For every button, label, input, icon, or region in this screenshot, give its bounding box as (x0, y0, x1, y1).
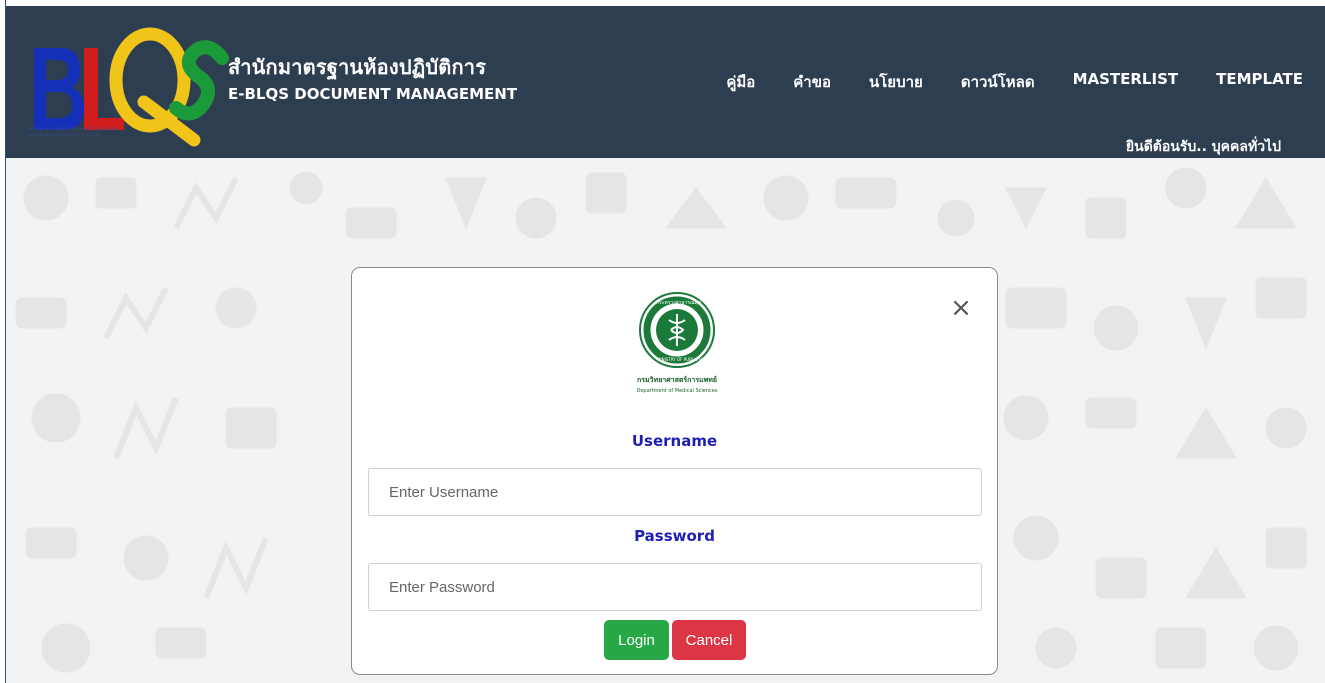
nav-masterlist[interactable]: MASTERLIST (1073, 70, 1179, 94)
blqs-logo[interactable]: BUREAU OF LABORATORY QUALITY STANDARDS D… (26, 18, 236, 148)
nav-request[interactable]: คำขอ (793, 70, 831, 94)
site-header: BUREAU OF LABORATORY QUALITY STANDARDS D… (6, 6, 1325, 158)
cancel-button[interactable]: Cancel (672, 620, 746, 660)
ministry-emblem: กระทรวงสาธารณสุข MINISTRY OF PUBLIC HEAL… (617, 290, 737, 402)
nav-template[interactable]: TEMPLATE (1216, 70, 1303, 94)
username-input[interactable] (368, 468, 982, 516)
login-modal: × กระทรวงสาธารณสุข MINISTRY OF PUBLIC HE… (351, 267, 998, 675)
logo-small-line1: BUREAU OF LABORATORY QUALITY STANDARDS (28, 127, 120, 131)
close-icon[interactable]: × (949, 295, 973, 321)
password-label: Password (634, 527, 715, 545)
emblem-text-bottom: MINISTRY OF PUBLIC HEALTH (657, 357, 715, 362)
logo-small-line2: DEPARTMENT OF MEDICAL SCIENCES (28, 133, 101, 137)
emblem-text-top: กระทรวงสาธารณสุข (656, 300, 701, 306)
emblem-caption-th: กรมวิทยาศาสตร์การแพทย์ (637, 375, 717, 384)
emblem-caption-en: Department of Medical Sciences (637, 388, 718, 394)
welcome-message: ยินดีต้อนรับ.. บุคคลทั่วไป (1125, 139, 1281, 155)
nav-download[interactable]: ดาวน์โหลด (961, 70, 1035, 94)
login-button[interactable]: Login (604, 620, 669, 660)
username-label: Username (631, 432, 718, 450)
password-input[interactable] (368, 563, 982, 611)
nav-manual[interactable]: คู่มือ (726, 70, 755, 94)
main-nav: คู่มือ คำขอ นโยบาย ดาวน์โหลด MASTERLIST … (688, 70, 1303, 94)
nav-policy[interactable]: นโยบาย (869, 70, 923, 94)
site-title: สำนักมาตรฐานห้องปฏิบัติการ (228, 55, 487, 79)
site-subtitle: E-BLQS DOCUMENT MANAGEMENT (228, 85, 518, 103)
